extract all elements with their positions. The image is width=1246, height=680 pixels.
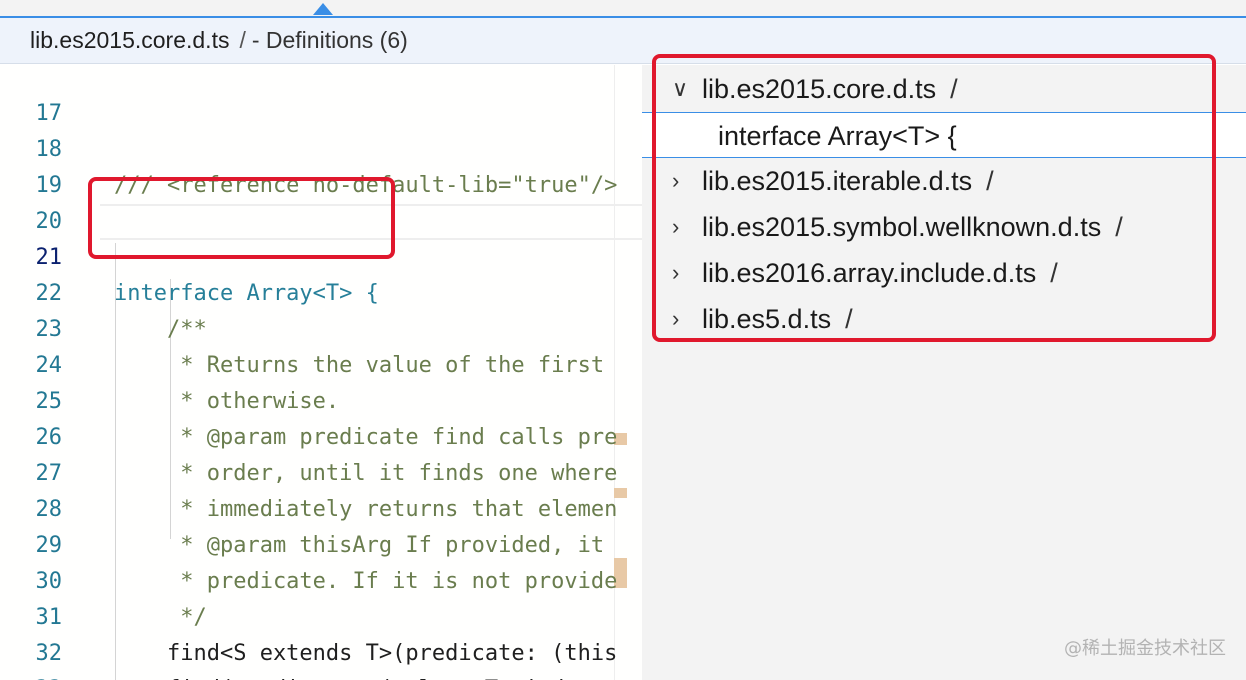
code-line[interactable]: 18 /// <reference no-default-lib="true"/…	[0, 96, 642, 198]
code-line[interactable]: 26 * order, until it finds one where	[0, 384, 642, 486]
code-line[interactable]: 30 */	[0, 528, 642, 630]
code-line[interactable]: 33	[0, 636, 642, 680]
code-line[interactable]: 31 find<S extends T>(predicate: (this	[0, 564, 642, 666]
peek-header-separator: /	[239, 27, 246, 53]
code-line[interactable]: 25 * @param predicate find calls pre	[0, 348, 642, 450]
code-line[interactable]: 27 * immediately returns that elemen	[0, 420, 642, 522]
watermark: @稀土掘金技术社区	[1064, 638, 1226, 659]
highlight-box-interface	[88, 177, 395, 259]
editor-tab-strip	[0, 0, 1246, 18]
code-line[interactable]: 23 * Returns the value of the first	[0, 276, 642, 378]
peek-editor[interactable]: 17 18 /// <reference no-default-lib="tru…	[0, 65, 642, 680]
code-line[interactable]: 28 * @param thisArg If provided, it	[0, 456, 642, 558]
code-line[interactable]: 17	[0, 65, 642, 126]
highlight-box-definitions	[652, 54, 1216, 342]
peek-caret-icon	[313, 3, 333, 15]
code-line[interactable]: 29 * predicate. If it is not provide	[0, 492, 642, 594]
peek-header-file[interactable]: lib.es2015.core.d.ts	[30, 27, 229, 54]
code-line[interactable]: 24 * otherwise.	[0, 312, 642, 414]
code-line[interactable]: 32 find(predicate: (value: T, index:	[0, 600, 642, 680]
code-line[interactable]: 19	[0, 132, 642, 198]
line-number: 33	[0, 672, 63, 680]
peek-header-definitions-count: - Definitions (6)	[251, 27, 408, 53]
code-text: find(predicate: (value: T, index:	[114, 672, 604, 680]
